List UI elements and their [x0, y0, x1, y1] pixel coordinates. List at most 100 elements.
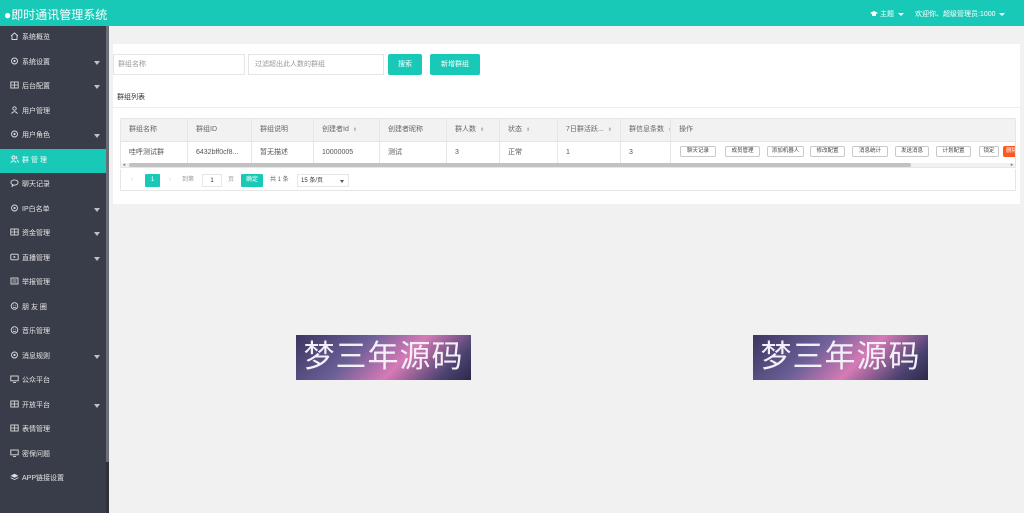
- search-button[interactable]: 搜索: [388, 54, 422, 75]
- sidebar-item[interactable]: 后台配置: [0, 75, 106, 99]
- sidebar-item-label: 聊天记录: [22, 181, 50, 188]
- next-page-button[interactable]: ›: [169, 174, 171, 187]
- add-group-button[interactable]: 新增群组: [430, 54, 480, 75]
- column-header: 群组说明: [252, 119, 314, 141]
- table-cell: 6432bff0cf8...: [188, 141, 252, 163]
- theme-menu[interactable]: 主题: [870, 9, 904, 19]
- smile-icon: [10, 301, 19, 310]
- sidebar-item[interactable]: 系统设置: [0, 51, 106, 75]
- sidebar-item-label: 音乐管理: [22, 328, 50, 335]
- column-header: 群组ID: [188, 119, 252, 141]
- column-header-label: 群组名称: [129, 126, 157, 133]
- column-header-label: 状态: [508, 126, 522, 133]
- sidebar-item[interactable]: 公众平台: [0, 369, 106, 393]
- watermark-image: 梦三年源码: [296, 335, 471, 380]
- sidebar-item[interactable]: 聊天记录: [0, 173, 106, 197]
- column-header[interactable]: 创建者Id ⬍: [314, 119, 380, 141]
- sidebar-item-label: 朋 友 圈: [22, 303, 47, 311]
- page-size-select[interactable]: 15 条/页: [297, 174, 349, 187]
- sidebar-item-label: 举报管理: [22, 279, 50, 286]
- sidebar-item[interactable]: 群 管 理: [0, 148, 106, 173]
- column-header[interactable]: 群信息条数⬍: [621, 119, 671, 141]
- column-header-label: 群信息条数: [629, 126, 664, 133]
- sidebar-item-label: 用户角色: [22, 132, 50, 139]
- chevron-down-icon: [94, 256, 100, 261]
- min-members-input[interactable]: 过滤超出此人数的群组: [248, 54, 384, 75]
- page-1-button[interactable]: 1: [145, 174, 160, 187]
- sidebar-item[interactable]: IP白名单: [0, 198, 106, 222]
- gear-icon: [10, 204, 19, 212]
- table-cell: 3: [621, 141, 671, 163]
- sidebar-item-label: 开放平台: [22, 401, 50, 409]
- row-action-button[interactable]: 修改配置: [810, 146, 845, 157]
- table-cell: 3: [447, 141, 500, 163]
- column-header-label: 操作: [679, 126, 693, 133]
- chevron-down-icon: [897, 12, 904, 16]
- sidebar-item[interactable]: 用户角色: [0, 124, 106, 148]
- column-header[interactable]: 7日群活跃... ⬍: [558, 119, 621, 141]
- sort-icon[interactable]: ⬍: [526, 119, 530, 141]
- sort-icon[interactable]: ⬍: [480, 119, 484, 141]
- column-header[interactable]: 群人数 ⬍: [447, 119, 500, 141]
- row-action-button[interactable]: 消息统计: [852, 146, 888, 157]
- chevron-down-icon: [340, 180, 344, 183]
- column-header-label: 创建者昵称: [388, 126, 423, 133]
- sidebar-item-label: 资金管理: [22, 230, 50, 237]
- sidebar-item-label: 表情管理: [22, 426, 50, 433]
- sidebar-item-label: IP白名单: [22, 205, 50, 213]
- row-action-button[interactable]: 计划配置: [936, 146, 971, 157]
- row-action-button[interactable]: 聊天记录: [680, 146, 716, 157]
- sidebar-item[interactable]: 开放平台: [0, 394, 106, 418]
- sort-icon[interactable]: ⬍: [353, 119, 357, 141]
- monitor-icon: [10, 375, 19, 383]
- column-header-label: 群组说明: [260, 126, 288, 133]
- column-header: 群组名称: [121, 119, 188, 141]
- column-header: 操作: [671, 119, 1015, 141]
- goto-confirm-button[interactable]: 确定: [241, 174, 263, 187]
- row-action-button[interactable]: 添加机器人: [767, 146, 804, 157]
- pagination: ‹ 1 › 到第 1 页 确定 共 1 条 15 条/页: [120, 169, 1016, 191]
- column-header[interactable]: 状态 ⬍: [500, 119, 558, 141]
- table-cell: 哇呼测试群: [121, 141, 188, 163]
- sidebar-item[interactable]: 密保问题: [0, 443, 106, 467]
- sidebar-item[interactable]: 表情管理: [0, 418, 106, 442]
- group-name-input[interactable]: 群组名称: [113, 54, 245, 75]
- sidebar-item[interactable]: 用户管理: [0, 100, 106, 124]
- sidebar-item-label: 群 管 理: [22, 156, 47, 164]
- sidebar-item[interactable]: 音乐管理: [0, 320, 106, 344]
- sidebar-item[interactable]: 资金管理: [0, 222, 106, 246]
- theme-label: 主题: [879, 11, 894, 18]
- chevron-down-icon: [94, 207, 100, 212]
- page-number-input[interactable]: 1: [202, 174, 222, 187]
- sidebar-item[interactable]: APP链接设置: [0, 467, 106, 491]
- scrollbar-thumb[interactable]: [129, 163, 911, 167]
- watermark-text: 梦三年源码: [760, 339, 921, 375]
- sidebar-item-label: 直播管理: [22, 254, 50, 262]
- column-header-label: 创建者Id: [322, 126, 349, 133]
- page-suffix: 页: [228, 177, 235, 183]
- row-action-button[interactable]: 删除: [1003, 146, 1015, 157]
- sidebar-item[interactable]: 直播管理: [0, 247, 106, 271]
- section-title: 群组列表: [117, 94, 145, 101]
- group-list-panel: 群组名称 过滤超出此人数的群组 搜索 新增群组 群组列表 ◂ ▸ 群组名称 群组I…: [113, 44, 1020, 204]
- chevron-down-icon: [94, 85, 100, 89]
- chevron-down-icon: [94, 134, 100, 138]
- sidebar-item[interactable]: 消息规则: [0, 345, 106, 369]
- group-icon: [10, 154, 19, 163]
- sidebar-item[interactable]: 朋 友 圈: [0, 296, 106, 320]
- smile-icon: [10, 326, 19, 334]
- chevron-down-icon: [94, 60, 100, 65]
- prev-page-button[interactable]: ‹: [131, 174, 133, 187]
- sidebar-item-label: 用户管理: [22, 107, 50, 115]
- sidebar-item[interactable]: 系统概览: [0, 26, 106, 50]
- sort-icon[interactable]: ⬍: [608, 119, 612, 141]
- gear-icon: [10, 57, 19, 65]
- row-action-button[interactable]: 锁定: [979, 146, 999, 157]
- sidebar-item[interactable]: 举报管理: [0, 271, 106, 295]
- row-action-button[interactable]: 成员管理: [725, 146, 760, 157]
- row-action-button[interactable]: 发送消息: [895, 146, 929, 157]
- home-icon: [10, 32, 19, 40]
- user-menu[interactable]: 欢迎你、超级管理员:1000: [915, 9, 1006, 19]
- grid-icon: [10, 81, 19, 89]
- grid-icon: [10, 400, 19, 408]
